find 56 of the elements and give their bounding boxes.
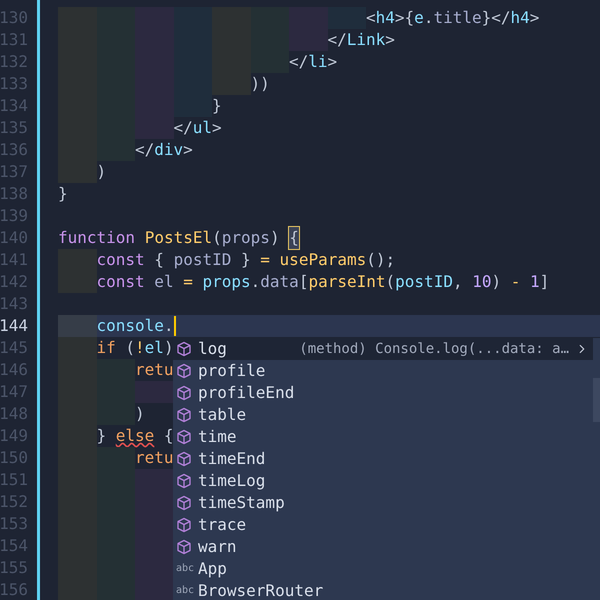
cube-icon — [176, 385, 192, 401]
suggestion-label: time — [198, 426, 237, 448]
suggestion-label: table — [198, 404, 246, 426]
suggestion-label: log — [198, 338, 227, 360]
suggestion-item[interactable]: table — [173, 404, 593, 426]
code-text: <h4>{e.title}</h4> — [366, 7, 540, 29]
suggestion-item[interactable]: profile — [173, 360, 593, 382]
code-text: retu — [135, 359, 174, 381]
suggestion-label: trace — [198, 514, 246, 536]
code-text: console. — [96, 315, 174, 337]
code-text: } — [58, 183, 68, 205]
suggestion-item[interactable]: trace — [173, 514, 593, 536]
suggestion-item[interactable]: timeEnd — [173, 448, 593, 470]
suggestion-label: profileEnd — [198, 382, 294, 404]
code-text: </div> — [135, 139, 193, 161]
suggestion-item[interactable]: abc App — [173, 558, 593, 580]
code-text: </Link> — [328, 29, 395, 51]
code-text: </li> — [289, 51, 338, 73]
code-text: const { postID } = useParams(); — [96, 249, 396, 271]
suggestion-item[interactable]: abc BrowserRouter — [173, 580, 593, 600]
cube-icon — [176, 451, 192, 467]
code-text: if (!el) — [96, 337, 174, 359]
code-text: function PostsEl(props) { — [58, 227, 299, 249]
suggestion-item[interactable]: log (method) Console.log(...data: a… — [173, 338, 593, 360]
suggestion-label: App — [198, 558, 227, 580]
text-icon: abc — [176, 558, 192, 580]
cube-icon — [176, 341, 192, 357]
suggestion-item[interactable]: profileEnd — [173, 382, 593, 404]
cube-icon — [176, 363, 192, 379]
suggestion-label: warn — [198, 536, 237, 558]
suggestion-item[interactable]: warn — [173, 536, 593, 558]
suggestion-item[interactable]: timeLog — [173, 470, 593, 492]
code-text: )) — [250, 73, 270, 95]
line-number: 144 — [0, 315, 28, 337]
cube-icon — [176, 517, 192, 533]
suggestion-detail: (method) Console.log(...data: a… — [299, 340, 569, 359]
suggestion-label: timeEnd — [198, 448, 266, 470]
cube-icon — [176, 473, 192, 489]
code-text: retu — [135, 447, 174, 469]
suggestion-label: timeLog — [198, 470, 266, 492]
code-text: } else { — [96, 425, 174, 447]
cube-icon — [176, 429, 192, 445]
suggestion-item[interactable]: time — [173, 426, 593, 448]
cube-icon — [176, 539, 192, 555]
suggestion-label: BrowserRouter — [198, 580, 324, 600]
code-text: </ul> — [174, 117, 222, 139]
cube-icon — [176, 495, 192, 511]
code-text: const el = props.data[parseInt(postID, 10) - 1] — [96, 271, 550, 293]
code-text: ) — [96, 161, 106, 183]
text-icon: abc — [176, 580, 192, 600]
code-text: ) — [135, 403, 145, 425]
suggestion-label: profile — [198, 360, 266, 382]
suggestion-label: timeStamp — [198, 492, 285, 514]
cube-icon — [176, 407, 192, 423]
suggestion-item[interactable]: timeStamp — [173, 492, 593, 514]
code-text: } — [212, 95, 222, 117]
